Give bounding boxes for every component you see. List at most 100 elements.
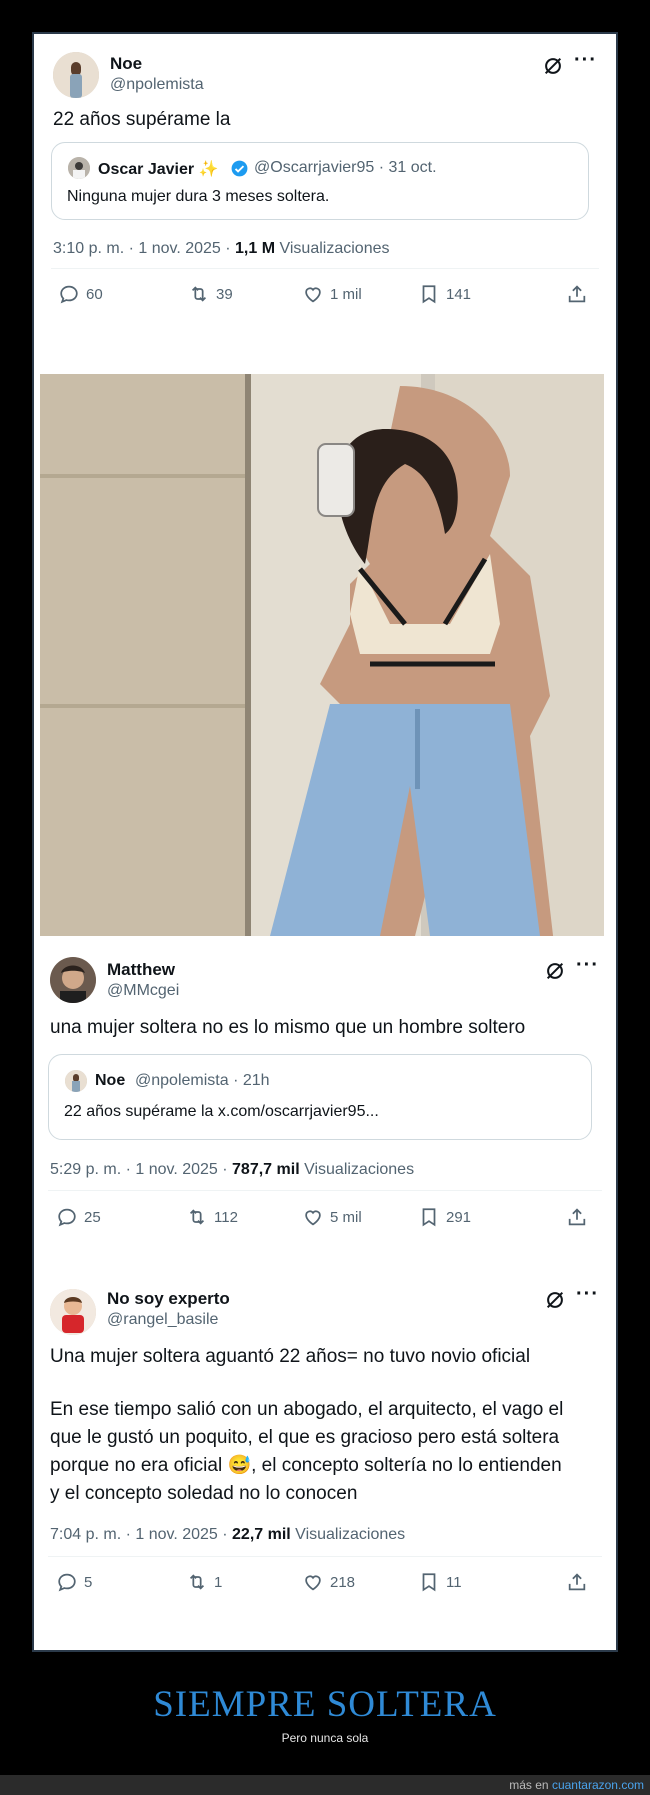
timestamp[interactable]: 3:10 p. m. · 1 nov. 2025 · [53, 240, 235, 257]
reply-icon [58, 1573, 76, 1592]
views-label: Visualizaciones [299, 1161, 415, 1178]
user-handle[interactable]: @rangel_basile [107, 1311, 218, 1329]
tweet-3[interactable]: No soy experto @rangel_basile ··· Una mu… [34, 1274, 616, 1652]
quoted-avatar [68, 157, 90, 179]
tweet-text: una mujer soltera no es lo mismo que un … [50, 1017, 526, 1038]
retweet-icon [189, 1209, 205, 1225]
display-name[interactable]: Noe [110, 54, 142, 74]
retweet-button[interactable]: 112 [186, 1202, 238, 1232]
like-count: 5 mil [330, 1208, 362, 1226]
tweet-1[interactable]: Noe @npolemista ··· 22 años supérame la … [34, 34, 616, 374]
user-handle[interactable]: @MMcgei [107, 982, 179, 1000]
reply-count: 60 [86, 285, 103, 303]
tweet-meta: 7:04 p. m. · 1 nov. 2025 · 22,7 mil Visu… [50, 1526, 405, 1544]
avatar[interactable] [50, 957, 96, 1003]
bookmark-button[interactable]: 291 [418, 1202, 471, 1232]
heart-icon [305, 1210, 321, 1226]
quoted-avatar [65, 1070, 87, 1092]
avatar[interactable] [53, 52, 99, 98]
bookmark-count: 291 [446, 1208, 472, 1226]
bookmark-button[interactable]: 141 [418, 279, 471, 309]
action-bar: 25 112 5 mil 291 [56, 1202, 600, 1232]
view-count: 22,7 mil [232, 1526, 291, 1543]
share-icon [568, 285, 586, 303]
heart-icon [305, 1575, 321, 1591]
share-button[interactable] [566, 1567, 588, 1597]
avatar[interactable] [50, 1289, 96, 1335]
views-label: Visualizaciones [275, 240, 390, 257]
screenshot-frame: Noe @npolemista ··· 22 años supérame la … [32, 32, 618, 1652]
reply-count: 25 [84, 1208, 101, 1226]
bookmark-count: 141 [446, 285, 472, 303]
display-name[interactable]: No soy experto [107, 1289, 230, 1309]
action-bar: 5 1 218 11 [56, 1567, 600, 1597]
views-label: Visualizaciones [290, 1526, 406, 1543]
reply-button[interactable]: 5 [56, 1567, 92, 1597]
tweet-text-line: que le gustó un poquito, el que es graci… [50, 1427, 560, 1448]
verified-badge-icon [231, 160, 248, 177]
like-count: 1 mil [330, 285, 362, 303]
heart-icon [305, 287, 321, 303]
share-button[interactable] [566, 279, 588, 309]
display-name[interactable]: Matthew [107, 960, 175, 980]
retweet-count: 112 [214, 1208, 238, 1226]
quoted-text: Ninguna mujer dura 3 meses soltera. [67, 188, 330, 205]
caption-subtitle: Pero nunca sola [281, 1731, 369, 1745]
site-footer: más en cuantarazon.com [0, 1775, 650, 1795]
photo-image [40, 374, 604, 936]
attached-photo[interactable] [40, 374, 604, 936]
tweet-meta: 3:10 p. m. · 1 nov. 2025 · 1,1 M Visuali… [53, 240, 389, 258]
grok-icon[interactable] [544, 1289, 566, 1311]
user-handle[interactable]: @npolemista [110, 76, 204, 94]
view-count: 787,7 mil [232, 1161, 300, 1178]
grok-icon[interactable] [544, 960, 566, 982]
caption-title: SIEMPRE SOLTERA [153, 1684, 497, 1725]
tweet-text-line: y el concepto soledad no lo conocen [50, 1483, 358, 1504]
more-options-icon[interactable]: ··· [574, 50, 597, 70]
quoted-display-name: Noe [95, 1072, 126, 1089]
reply-count: 5 [84, 1573, 93, 1591]
bookmark-icon [422, 1208, 436, 1227]
quoted-handle-date: @npolemista · 21h [135, 1072, 270, 1089]
view-count: 1,1 M [235, 240, 276, 257]
tweet-text: 22 años supérame la [53, 109, 231, 130]
share-icon [568, 1208, 586, 1226]
share-button[interactable] [566, 1202, 588, 1232]
quoted-handle-date: @Oscarrjavier95 · 31 oct. [254, 159, 437, 176]
bookmark-icon [422, 1573, 436, 1592]
bookmark-icon [422, 285, 436, 304]
site-link[interactable]: cuantarazon.com [552, 1778, 644, 1792]
action-bar: 60 39 1 mil 141 [58, 279, 598, 309]
quoted-text: 22 años supérame la x.com/oscarrjavier95… [64, 1103, 379, 1120]
divider [48, 1556, 602, 1557]
retweet-button[interactable]: 1 [186, 1567, 222, 1597]
tweet-text-line: En ese tiempo salió con un abogado, el a… [50, 1399, 564, 1420]
quoted-display-name: Oscar Javier ✨ [98, 161, 219, 178]
quoted-tweet[interactable]: Noe @npolemista · 21h 22 años supérame l… [48, 1054, 592, 1140]
like-button[interactable]: 218 [302, 1567, 355, 1597]
bookmark-count: 11 [446, 1573, 462, 1591]
reply-icon [60, 285, 78, 304]
reply-button[interactable]: 25 [56, 1202, 101, 1232]
like-button[interactable]: 1 mil [302, 279, 362, 309]
reply-icon [58, 1208, 76, 1227]
tweet-text-line: Una mujer soltera aguantó 22 años= no tu… [50, 1346, 531, 1367]
bookmark-button[interactable]: 11 [418, 1567, 462, 1597]
retweet-count: 1 [214, 1573, 223, 1591]
more-options-icon[interactable]: ··· [576, 1284, 599, 1304]
grok-icon[interactable] [542, 55, 564, 77]
timestamp[interactable]: 7:04 p. m. · 1 nov. 2025 · [50, 1526, 232, 1543]
divider [51, 268, 599, 269]
quoted-tweet[interactable]: Oscar Javier ✨ @Oscarrjavier95 · 31 oct.… [51, 142, 589, 220]
retweet-count: 39 [216, 285, 233, 303]
tweet-text-line: porque no era oficial 😅, el concepto sol… [50, 1455, 562, 1476]
more-options-icon[interactable]: ··· [576, 955, 599, 975]
footer-prefix: más en [509, 1778, 552, 1792]
retweet-button[interactable]: 39 [188, 279, 233, 309]
timestamp[interactable]: 5:29 p. m. · 1 nov. 2025 · [50, 1161, 232, 1178]
retweet-icon [191, 286, 207, 302]
reply-button[interactable]: 60 [58, 279, 103, 309]
tweet-2[interactable]: Matthew @MMcgei ··· una mujer soltera no… [34, 939, 616, 1269]
like-button[interactable]: 5 mil [302, 1202, 362, 1232]
tweet-meta: 5:29 p. m. · 1 nov. 2025 · 787,7 mil Vis… [50, 1161, 414, 1179]
